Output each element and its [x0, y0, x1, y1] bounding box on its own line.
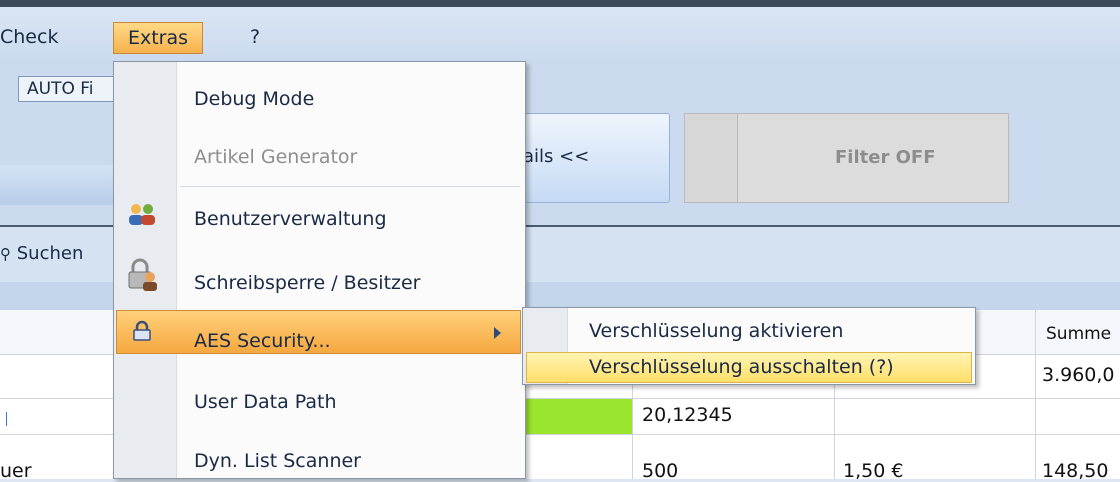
auto-filter-dropdown[interactable]: AUTO Fi [18, 76, 118, 102]
submenu-item-disable-encryption[interactable]: Verschlüsselung ausschalten (?) [589, 356, 894, 378]
padlock-icon [124, 316, 160, 352]
window-top-border [0, 0, 1120, 7]
filter-toggle-button[interactable]: Filter OFF [684, 113, 1009, 203]
details-button-label: ails << [523, 146, 590, 167]
menu-check[interactable]: Check [0, 20, 58, 54]
binoculars-icon: ⚲ [0, 245, 11, 263]
filter-button-icon-area [685, 114, 738, 202]
cell-summe-row1[interactable]: 3.960,0 [1042, 364, 1115, 386]
submenu-arrow-icon [494, 327, 501, 339]
menu-item-dyn-list-scanner[interactable]: Dyn. List Scanner [194, 450, 361, 472]
search-button[interactable]: ⚲ Suchen [0, 243, 83, 264]
search-label: Suchen [16, 243, 84, 264]
menu-item-debug-mode[interactable]: Debug Mode [194, 88, 314, 110]
toolbar-panel [0, 165, 120, 205]
cell-value-row2[interactable]: 20,12345 [642, 404, 733, 426]
aes-security-submenu: Verschlüsselung aktivieren Verschlüsselu… [522, 307, 976, 385]
menu-item-user-data-path[interactable]: User Data Path [194, 391, 337, 413]
menu-item-artikel-generator[interactable]: Artikel Generator [194, 146, 357, 168]
column-header-summe[interactable]: Summe [1046, 324, 1111, 344]
menu-help[interactable]: ? [250, 20, 260, 54]
menu-extras[interactable]: Extras [113, 22, 203, 54]
menu-separator [180, 186, 520, 187]
row-marker [6, 412, 7, 426]
extras-dropdown-menu: Debug Mode Artikel Generator Benutzerver… [113, 61, 526, 479]
grid-column-line [1035, 310, 1036, 479]
menu-item-benutzerverwaltung[interactable]: Benutzerverwaltung [194, 208, 387, 230]
menu-item-aes-security[interactable]: AES Security... [194, 330, 331, 352]
status-color-cell[interactable] [520, 399, 632, 434]
submenu-item-activate-encryption[interactable]: Verschlüsselung aktivieren [589, 320, 843, 342]
lock-user-icon [124, 258, 160, 294]
menu-item-schreibsperre[interactable]: Schreibsperre / Besitzer [194, 272, 421, 294]
users-icon [124, 202, 160, 238]
filter-button-label: Filter OFF [835, 147, 936, 168]
